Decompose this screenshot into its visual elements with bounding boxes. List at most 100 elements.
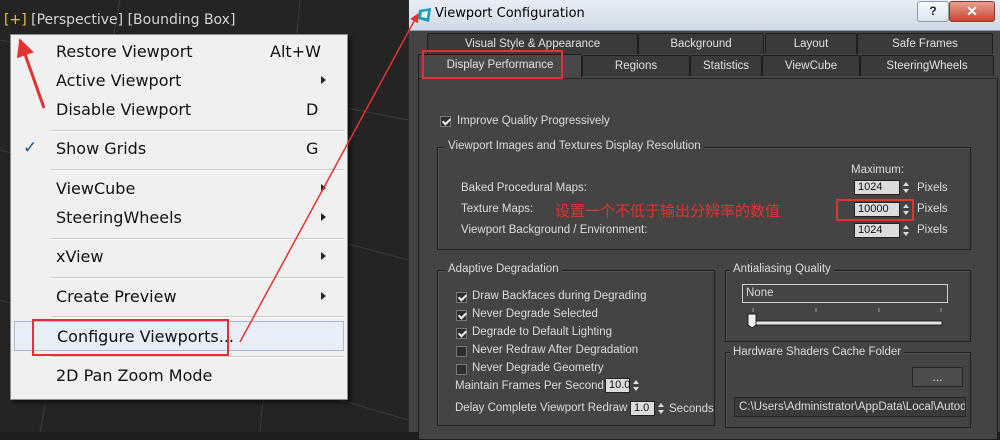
pixels-unit-label: Pixels (917, 203, 948, 215)
menu-item-active-viewport[interactable]: Active Viewport (11, 67, 347, 94)
tab-visual-style-appearance[interactable]: Visual Style & Appearance (427, 33, 638, 54)
texture-maps-value[interactable]: 10000 (854, 202, 900, 217)
viewport-context-menu: Restore Viewport Alt+W Active Viewport D… (10, 34, 348, 400)
menu-item-viewcube[interactable]: ViewCube (11, 175, 347, 202)
menu-item-label: 2D Pan Zoom Mode (56, 366, 213, 385)
tab-safe-frames[interactable]: Safe Frames (857, 33, 993, 54)
menu-item-label: Configure Viewports... (57, 327, 234, 346)
menu-item-shortcut: Alt+W (270, 42, 321, 61)
viewport-shading-label[interactable]: [Bounding Box] (128, 12, 236, 28)
menu-item-label: Show Grids (56, 139, 147, 158)
3dsmax-app-icon (418, 8, 431, 22)
menu-item-2d-pan-zoom-mode[interactable]: 2D Pan Zoom Mode (11, 362, 347, 389)
cache-folder-path[interactable]: C:\Users\Administrator\AppData\Local\Aut… (734, 397, 966, 417)
texture-maps-label: Texture Maps: (461, 203, 534, 215)
spinner-arrows-icon[interactable] (656, 401, 666, 416)
texture-maps-spinner[interactable]: 10000 (854, 202, 912, 217)
tab-display-performance[interactable]: Display Performance (418, 54, 582, 78)
delay-redraw-label: Delay Complete Viewport Redraw in (455, 402, 640, 414)
menu-item-label: Disable Viewport (56, 100, 192, 119)
help-button[interactable]: ? (917, 1, 949, 22)
tab-statistics[interactable]: Statistics (690, 55, 762, 76)
menu-item-label: Create Preview (56, 287, 177, 306)
delay-spinner[interactable]: 1.0 (630, 401, 666, 416)
submenu-arrow-icon (321, 76, 326, 84)
never-redraw-label: Never Redraw After Degradation (472, 344, 639, 356)
menu-separator (51, 130, 344, 132)
tab-steeringwheels[interactable]: SteeringWheels (860, 55, 994, 76)
menu-item-label: ViewCube (56, 179, 136, 198)
fps-spinner[interactable]: 10.0 (605, 378, 641, 393)
menu-item-label: Active Viewport (56, 71, 182, 90)
viewport-background-spinner[interactable]: 1024 (854, 223, 912, 238)
tab-layout[interactable]: Layout (765, 33, 857, 54)
browse-folder-button[interactable]: ... (912, 367, 963, 387)
submenu-arrow-icon (321, 184, 326, 192)
draw-backfaces-label: Draw Backfaces during Degrading (472, 290, 647, 302)
cache-folder-title: Hardware Shaders Cache Folder (730, 346, 905, 358)
close-button[interactable]: ✕ (949, 1, 995, 22)
menu-item-disable-viewport[interactable]: Disable Viewport D (11, 96, 347, 123)
baked-procedural-maps-label: Baked Procedural Maps: (461, 182, 587, 194)
menu-item-label: SteeringWheels (56, 208, 182, 227)
maximum-label: Maximum: (851, 164, 905, 176)
viewport-configuration-dialog: Viewport Configuration ? ✕ Visual Style … (408, 0, 1000, 440)
menu-item-shortcut: G (306, 139, 319, 158)
baked-procedural-maps-spinner[interactable]: 1024 (854, 180, 912, 195)
checkmark-icon: ✓ (23, 138, 38, 158)
never-degrade-selected-label: Never Degrade Selected (472, 308, 598, 320)
submenu-arrow-icon (321, 252, 326, 260)
adaptive-degradation-title: Adaptive Degradation (445, 263, 562, 275)
antialiasing-quality-field[interactable]: None (742, 284, 948, 303)
spinner-arrows-icon[interactable] (901, 180, 911, 195)
menu-separator (51, 277, 344, 279)
slider-thumb[interactable] (747, 313, 757, 329)
menu-separator (51, 316, 344, 318)
spinner-arrows-icon[interactable] (631, 378, 641, 393)
never-degrade-geometry-label: Never Degrade Geometry (472, 362, 604, 374)
improve-quality-label: Improve Quality Progressively (457, 115, 610, 127)
never-degrade-selected-checkbox[interactable] (456, 310, 467, 321)
menu-item-create-preview[interactable]: Create Preview (11, 283, 347, 310)
viewport-view-label[interactable]: [Perspective] (31, 12, 123, 28)
tab-regions[interactable]: Regions (582, 55, 690, 76)
menu-item-configure-viewports[interactable]: Configure Viewports... (14, 321, 344, 351)
tab-viewcube[interactable]: ViewCube (762, 55, 860, 76)
viewport-label: [+] [Perspective] [Bounding Box] (4, 12, 235, 28)
menu-item-restore-viewport[interactable]: Restore Viewport Alt+W (11, 38, 347, 65)
spinner-arrows-icon[interactable] (901, 202, 911, 217)
degrade-default-lighting-label: Degrade to Default Lighting (472, 326, 613, 338)
antialiasing-slider[interactable] (745, 306, 945, 330)
menu-item-shortcut: D (306, 100, 319, 119)
fps-value[interactable]: 10.0 (605, 378, 630, 393)
draw-backfaces-checkbox[interactable] (456, 292, 467, 303)
viewport-background-value[interactable]: 1024 (854, 223, 900, 238)
dialog-titlebar[interactable]: Viewport Configuration ? ✕ (409, 0, 1000, 31)
menu-item-show-grids[interactable]: ✓ Show Grids G (11, 135, 347, 162)
menu-separator (51, 169, 344, 171)
viewport-menu-plus[interactable]: [+] (4, 12, 27, 28)
antialiasing-title: Antialiasing Quality (730, 263, 834, 275)
pixels-unit-label: Pixels (917, 224, 948, 236)
submenu-arrow-icon (321, 213, 326, 221)
seconds-unit-label: Seconds (669, 403, 714, 415)
menu-separator (51, 238, 344, 240)
delay-value[interactable]: 1.0 (630, 401, 655, 416)
menu-item-xview[interactable]: xView (11, 243, 347, 270)
menu-item-steeringwheels[interactable]: SteeringWheels (11, 204, 347, 231)
tab-background[interactable]: Background (638, 33, 764, 54)
never-redraw-checkbox[interactable] (456, 346, 467, 357)
resolution-group-title: Viewport Images and Textures Display Res… (445, 140, 704, 152)
never-degrade-geometry-checkbox[interactable] (456, 364, 467, 375)
menu-item-label: xView (56, 247, 104, 266)
menu-separator (51, 356, 344, 358)
baked-procedural-maps-value[interactable]: 1024 (854, 180, 900, 195)
maintain-fps-label: Maintain Frames Per Second: (455, 380, 608, 392)
degrade-default-lighting-checkbox[interactable] (456, 328, 467, 339)
improve-quality-checkbox[interactable] (440, 116, 451, 127)
submenu-arrow-icon (321, 292, 326, 300)
viewport-background-label: Viewport Background / Environment: (461, 224, 648, 236)
dialog-title: Viewport Configuration (435, 6, 585, 21)
pixels-unit-label: Pixels (917, 182, 948, 194)
spinner-arrows-icon[interactable] (901, 223, 911, 238)
